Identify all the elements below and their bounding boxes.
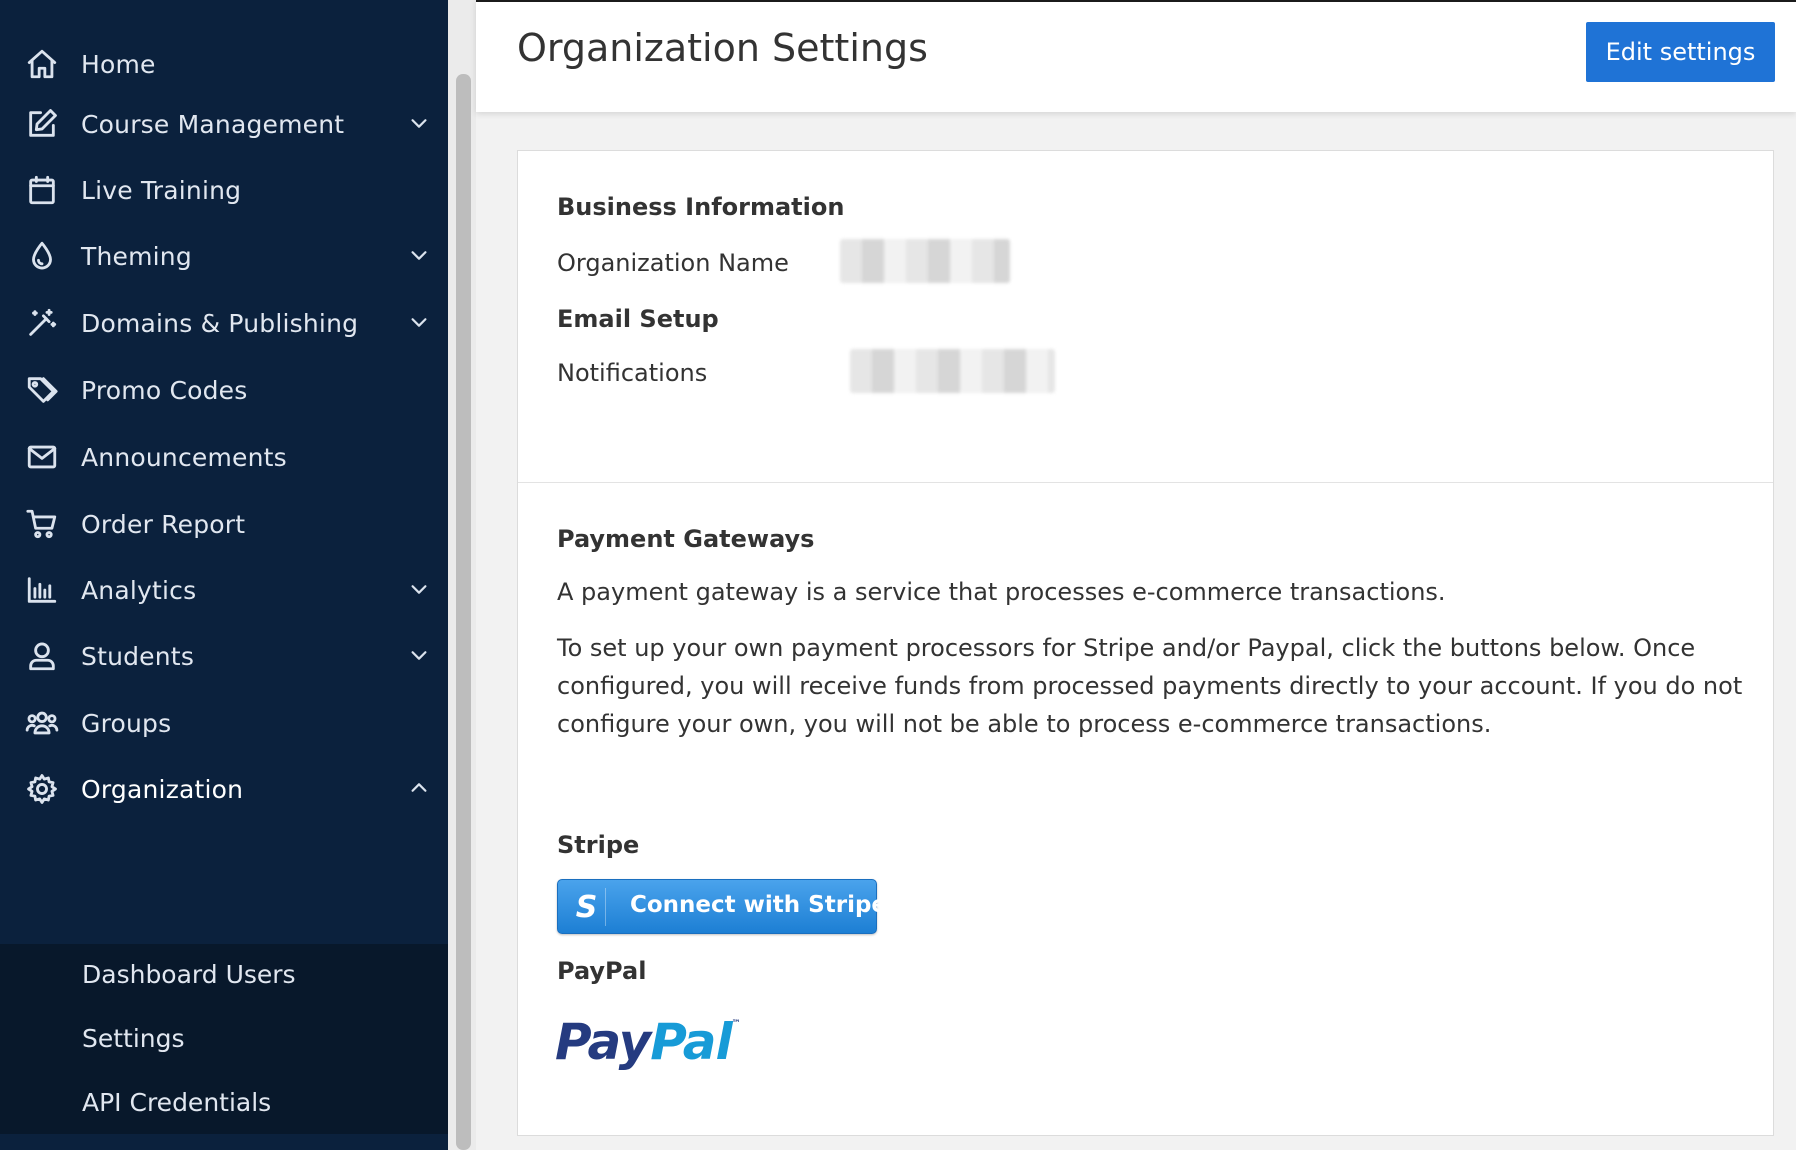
paypal-heading: PayPal (557, 957, 647, 985)
sidebar-item-label: Groups (81, 708, 172, 738)
sidebar-item-students[interactable]: Students (0, 618, 448, 694)
droplet-icon (24, 238, 60, 274)
page-header: Organization Settings Edit settings (476, 0, 1796, 112)
cart-icon (24, 506, 60, 542)
stripe-heading: Stripe (557, 831, 640, 859)
business-information-heading: Business Information (557, 193, 845, 221)
paypal-logo-pay: Pay (555, 1013, 651, 1071)
bar-chart-icon (24, 572, 60, 608)
chevron-down-icon[interactable] (408, 112, 432, 136)
sidebar-item-label: Analytics (81, 575, 197, 605)
calendar-icon (24, 172, 60, 208)
sidebar: Home Course Management Live Training The… (0, 0, 448, 1150)
user-icon (24, 638, 60, 674)
edit-settings-button[interactable]: Edit settings (1586, 22, 1775, 82)
email-setup-heading: Email Setup (557, 305, 719, 333)
paypal-trademark: ™ (731, 1019, 741, 1029)
subnav-item-label: Settings (82, 1023, 185, 1053)
sidebar-item-label: Live Training (81, 175, 242, 205)
page-title: Organization Settings (517, 26, 928, 70)
sidebar-item-label: Domains & Publishing (81, 308, 359, 338)
users-icon (24, 705, 60, 741)
organization-name-value-redacted (840, 239, 1010, 283)
subnav-item-dashboard-users[interactable]: Dashboard Users (0, 944, 448, 1004)
magic-wand-icon (24, 305, 60, 341)
sidebar-item-order-report[interactable]: Order Report (0, 486, 448, 562)
envelope-icon (24, 439, 60, 475)
subnav-item-api-credentials[interactable]: API Credentials (0, 1072, 448, 1132)
sidebar-item-label: Order Report (81, 509, 246, 539)
payment-gateway-description: A payment gateway is a service that proc… (557, 578, 1446, 606)
chevron-down-icon[interactable] (408, 311, 432, 335)
sidebar-item-label: Course Management (81, 109, 345, 139)
sidebar-item-groups[interactable]: Groups (0, 685, 448, 761)
sidebar-item-label: Announcements (81, 442, 287, 472)
paypal-logo-pal: Pal (650, 1013, 732, 1071)
sidebar-item-label: Home (81, 49, 156, 79)
organization-subnav: Dashboard Users Settings API Credentials (0, 944, 448, 1134)
sidebar-item-promo-codes[interactable]: Promo Codes (0, 352, 448, 428)
section-divider (518, 482, 1773, 483)
sidebar-item-announcements[interactable]: Announcements (0, 419, 448, 495)
chevron-down-icon[interactable] (408, 244, 432, 268)
sidebar-item-organization[interactable]: Organization (0, 751, 448, 827)
tags-icon (24, 372, 60, 408)
payment-setup-instructions: To set up your own payment processors fo… (557, 634, 1743, 738)
sidebar-item-course-management[interactable]: Course Management (0, 86, 448, 162)
subnav-item-settings[interactable]: Settings (0, 1008, 448, 1068)
sidebar-item-label: Theming (81, 241, 192, 271)
chevron-down-icon[interactable] (408, 644, 432, 668)
settings-card: Business Information Organization Name E… (517, 150, 1774, 1136)
notifications-value-redacted (850, 349, 1055, 393)
stripe-button-label: Connect with Stripe (630, 892, 888, 918)
gear-icon (24, 771, 60, 807)
chevron-up-icon[interactable] (408, 777, 432, 801)
sidebar-scrollbar-thumb[interactable] (456, 74, 471, 1150)
home-icon (24, 46, 60, 82)
subnav-item-label: API Credentials (82, 1087, 272, 1117)
sidebar-item-label: Students (81, 641, 195, 671)
chevron-down-icon[interactable] (408, 578, 432, 602)
subnav-item-label: Dashboard Users (82, 959, 296, 989)
notifications-label: Notifications (557, 359, 708, 387)
organization-name-label: Organization Name (557, 249, 789, 277)
connect-with-stripe-button[interactable]: S Connect with Stripe (557, 879, 887, 934)
sidebar-item-theming[interactable]: Theming (0, 218, 448, 294)
paypal-logo[interactable]: PayPal™ (555, 1013, 741, 1071)
sidebar-item-label: Promo Codes (81, 375, 248, 405)
sidebar-item-analytics[interactable]: Analytics (0, 552, 448, 628)
sidebar-item-domains-publishing[interactable]: Domains & Publishing (0, 285, 448, 361)
main-content: Organization Settings Edit settings Busi… (476, 0, 1796, 1150)
payment-gateways-heading: Payment Gateways (557, 525, 815, 553)
stripe-logo-icon: S (568, 888, 606, 926)
sidebar-item-live-training[interactable]: Live Training (0, 152, 448, 228)
edit-icon (24, 106, 60, 142)
sidebar-item-label: Organization (81, 774, 244, 804)
